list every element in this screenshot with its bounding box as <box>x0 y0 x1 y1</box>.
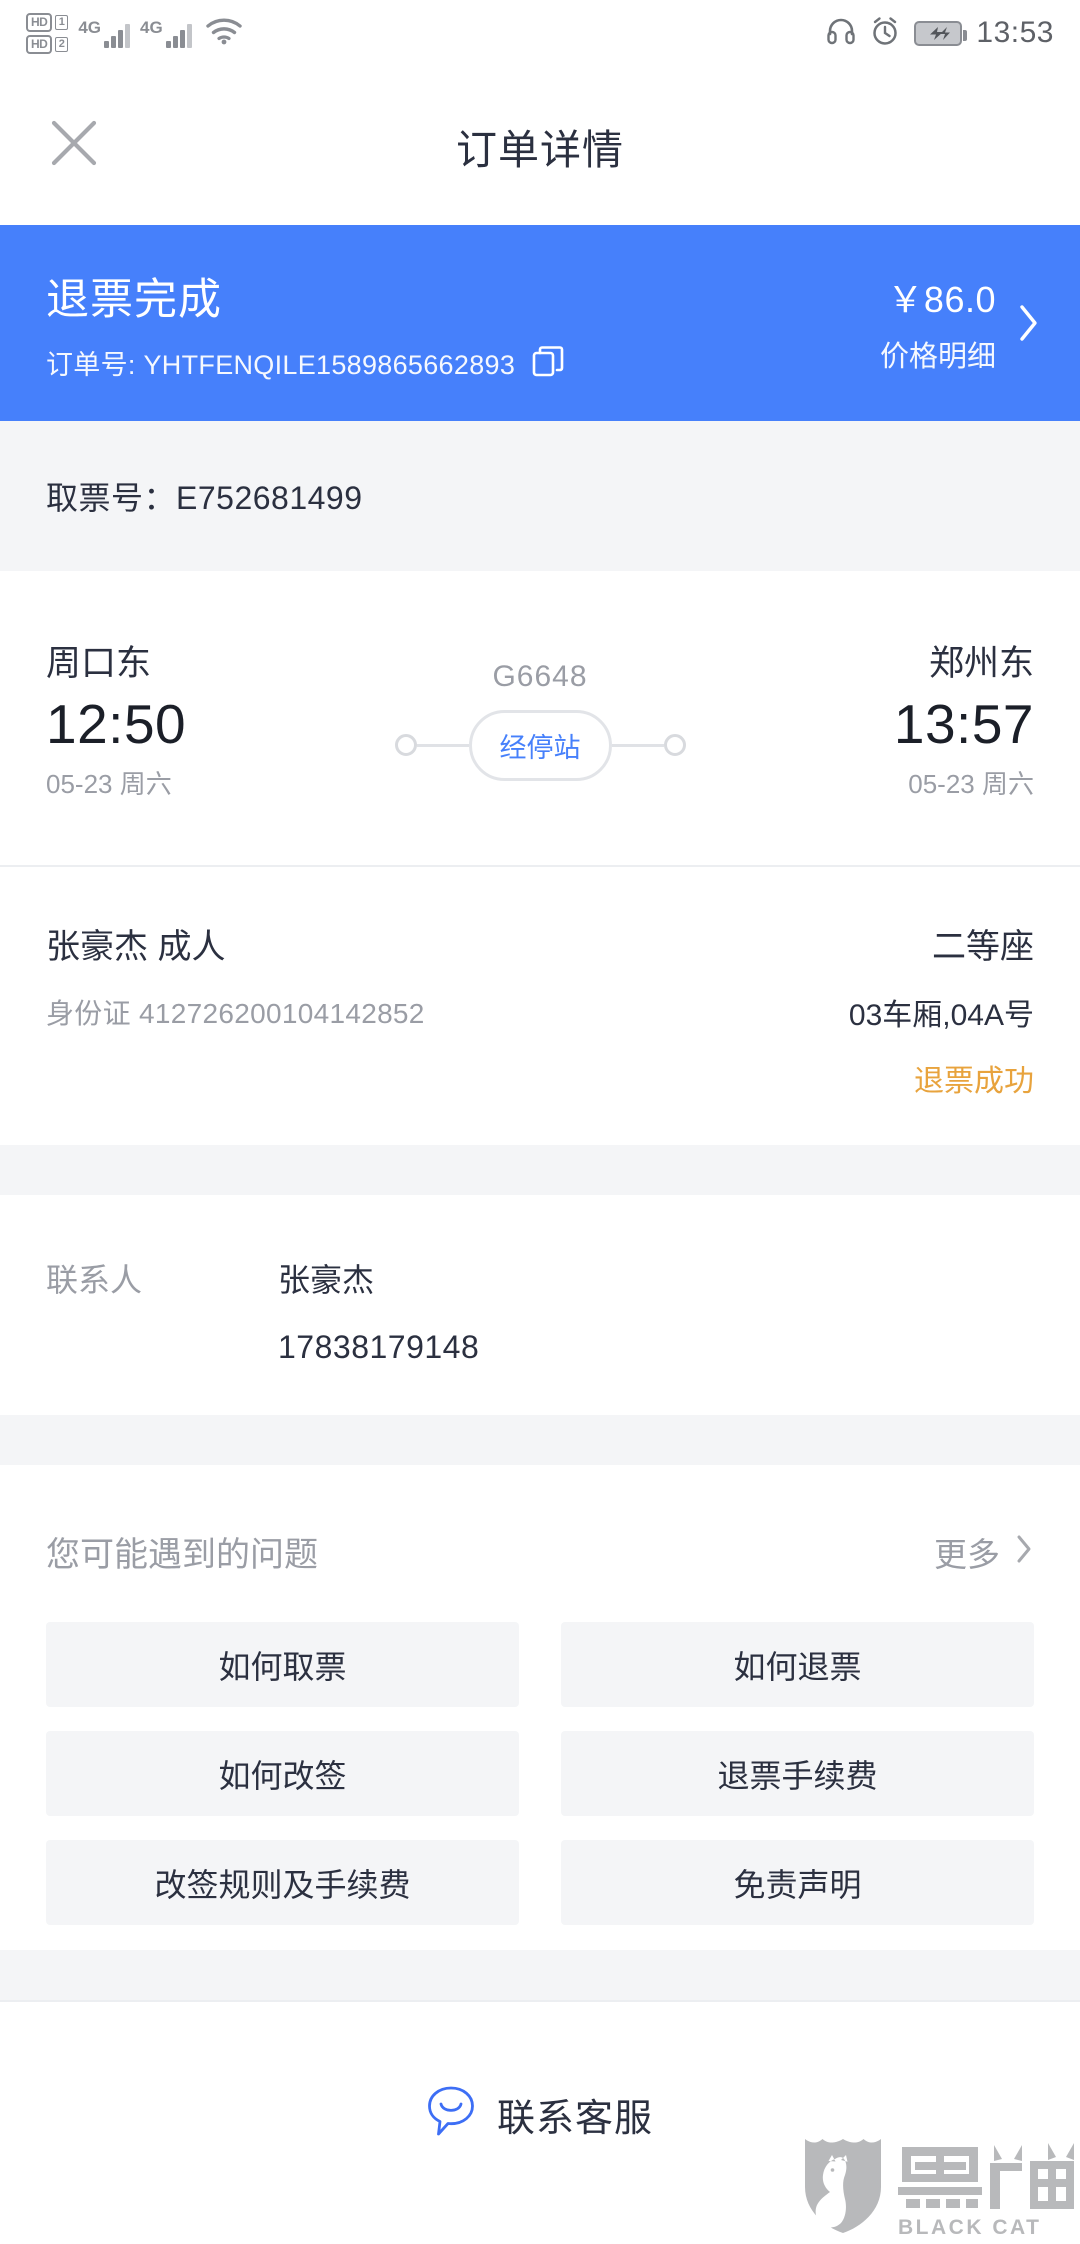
hd-icon-2: HD <box>26 34 53 54</box>
hd-indicator-group: HD 1 HD 2 <box>26 12 69 54</box>
faq-grid: 如何取票 如何退票 如何改签 退票手续费 改签规则及手续费 免责声明 <box>46 1622 1034 1925</box>
hd-row-2: HD 2 <box>26 34 69 54</box>
banner-left-group: 退票完成 订单号: YHTFENQILE1589865662893 <box>46 265 565 382</box>
network-type-1: 4G <box>78 17 102 37</box>
page-header: 订单详情 <box>0 66 1080 225</box>
close-button[interactable] <box>38 110 110 182</box>
order-number-text: 订单号: YHTFENQILE1589865662893 <box>46 349 516 380</box>
departure-station: 周口东 <box>46 644 152 684</box>
order-price: ￥86.0 <box>887 279 996 320</box>
contact-values: 张豪杰 17838179148 <box>278 1255 479 1415</box>
order-detail-screen: HD 1 HD 2 4G 4G 13:53 订单详情 退票完成 订单号: YHT… <box>0 0 1080 2244</box>
headphone-icon <box>826 16 856 51</box>
black-cat-shield-icon <box>802 2135 884 2240</box>
passenger-left: 张豪杰 成人 身份证 412726200104142852 <box>46 919 425 1145</box>
section-divider-3 <box>0 1950 1080 2000</box>
faq-item[interactable]: 改签规则及手续费 <box>46 1840 519 1925</box>
pickup-number-text: 取票号：E752681499 <box>46 480 363 516</box>
status-bar-clock: 13:53 <box>976 16 1054 49</box>
route-line-left <box>416 743 469 747</box>
arrival-time: 13:57 <box>893 693 1034 756</box>
watermark-text-group: 黑猫 <box>898 2141 1074 2240</box>
network-type-2: 4G <box>140 17 163 37</box>
price-group: ￥86.0 价格明细 <box>880 271 996 375</box>
faq-item[interactable]: 如何取票 <box>46 1622 519 1707</box>
alarm-icon <box>870 16 900 51</box>
route-line-right <box>611 743 664 747</box>
watermark: 黑猫 <box>802 2135 1074 2240</box>
passenger-right: 二等座 03车厢,04A号 退票成功 <box>849 919 1034 1145</box>
copy-icon[interactable] <box>531 345 565 379</box>
train-middle-block: G6648 经停站 <box>300 656 780 781</box>
status-bar: HD 1 HD 2 4G 4G 13:53 <box>0 0 1080 66</box>
seat-class: 二等座 <box>932 928 1034 966</box>
contact-phone: 17838179148 <box>278 1329 480 1365</box>
faq-header: 您可能遇到的问题 更多 <box>46 1527 1034 1576</box>
sim2-index: 2 <box>55 36 69 52</box>
watermark-cn-logo <box>898 2143 1074 2209</box>
arrival-station: 郑州东 <box>928 644 1034 684</box>
chat-bubble-icon <box>427 2084 475 2145</box>
section-divider-2 <box>0 1415 1080 1465</box>
signal-group-1: 4G <box>78 17 131 48</box>
page-title: 订单详情 <box>456 126 624 173</box>
passenger-id: 身份证 412726200104142852 <box>46 998 425 1029</box>
signal-group-2: 4G <box>140 19 192 48</box>
hd-icon: HD <box>26 12 53 32</box>
faq-item[interactable]: 免责声明 <box>561 1840 1034 1925</box>
arrival-block: 郑州东 13:57 05-23 周六 <box>780 635 1080 801</box>
signal-icon-2 <box>165 22 192 48</box>
bottom-bar: 联系客服 黑猫 <box>0 2000 1080 2244</box>
faq-more-button[interactable]: 更多 <box>934 1528 1034 1576</box>
pickup-number-section: 取票号：E752681499 <box>0 421 1080 571</box>
chevron-right-icon <box>1016 301 1042 345</box>
order-status-text: 退票完成 <box>46 275 222 324</box>
status-badge: 退票成功 <box>914 1065 1034 1098</box>
status-bar-left: HD 1 HD 2 4G 4G <box>26 12 243 54</box>
watermark-en: BLACK CAT <box>898 2216 1042 2239</box>
faq-section: 您可能遇到的问题 更多 如何取票 如何退票 如何改签 退票手续费 改签规则及手续… <box>0 1465 1080 1950</box>
passenger-section: 张豪杰 成人 身份证 412726200104142852 二等座 03车厢,0… <box>0 865 1080 1145</box>
departure-time: 12:50 <box>46 693 187 756</box>
faq-item[interactable]: 如何改签 <box>46 1731 519 1816</box>
passenger-name: 张豪杰 成人 <box>46 928 226 966</box>
chevron-right-icon <box>1014 1532 1034 1571</box>
faq-title: 您可能遇到的问题 <box>46 1536 318 1574</box>
contact-section: 联系人 张豪杰 17838179148 <box>0 1195 1080 1415</box>
hd-row-1: HD 1 <box>26 12 69 32</box>
departure-block: 周口东 12:50 05-23 周六 <box>0 635 300 801</box>
price-detail-entry[interactable]: ￥86.0 价格明细 <box>880 271 1042 375</box>
route-dot-end <box>663 734 686 756</box>
status-bar-right: 13:53 <box>826 16 1054 51</box>
departure-date: 05-23 周六 <box>46 768 172 799</box>
price-detail-label: 价格明细 <box>879 341 996 373</box>
contact-service-label: 联系客服 <box>496 2098 653 2140</box>
faq-item[interactable]: 退票手续费 <box>561 1731 1034 1816</box>
route-dot-start <box>394 734 417 756</box>
order-number-row: 订单号: YHTFENQILE1589865662893 <box>46 343 565 382</box>
signal-icon-1 <box>104 22 131 48</box>
faq-item[interactable]: 如何退票 <box>561 1622 1034 1707</box>
battery-charging-icon <box>914 20 968 46</box>
arrival-date: 05-23 周六 <box>908 768 1034 799</box>
section-divider-1 <box>0 1145 1080 1195</box>
order-status-banner[interactable]: 退票完成 订单号: YHTFENQILE1589865662893 ￥86.0 … <box>0 225 1080 421</box>
train-journey-section: 周口东 12:50 05-23 周六 G6648 经停站 郑州东 13:57 0… <box>0 571 1080 865</box>
route-line: 经停站 <box>394 709 686 781</box>
seat-number: 03车厢,04A号 <box>848 999 1034 1032</box>
contact-name: 张豪杰 <box>278 1262 375 1298</box>
contact-label: 联系人 <box>46 1262 143 1298</box>
train-number: G6648 <box>492 659 588 693</box>
sim1-index: 1 <box>55 14 69 30</box>
wifi-icon <box>205 17 243 50</box>
stop-stations-button[interactable]: 经停站 <box>468 709 612 781</box>
faq-more-label: 更多 <box>934 1535 1000 1573</box>
close-icon <box>44 113 104 178</box>
